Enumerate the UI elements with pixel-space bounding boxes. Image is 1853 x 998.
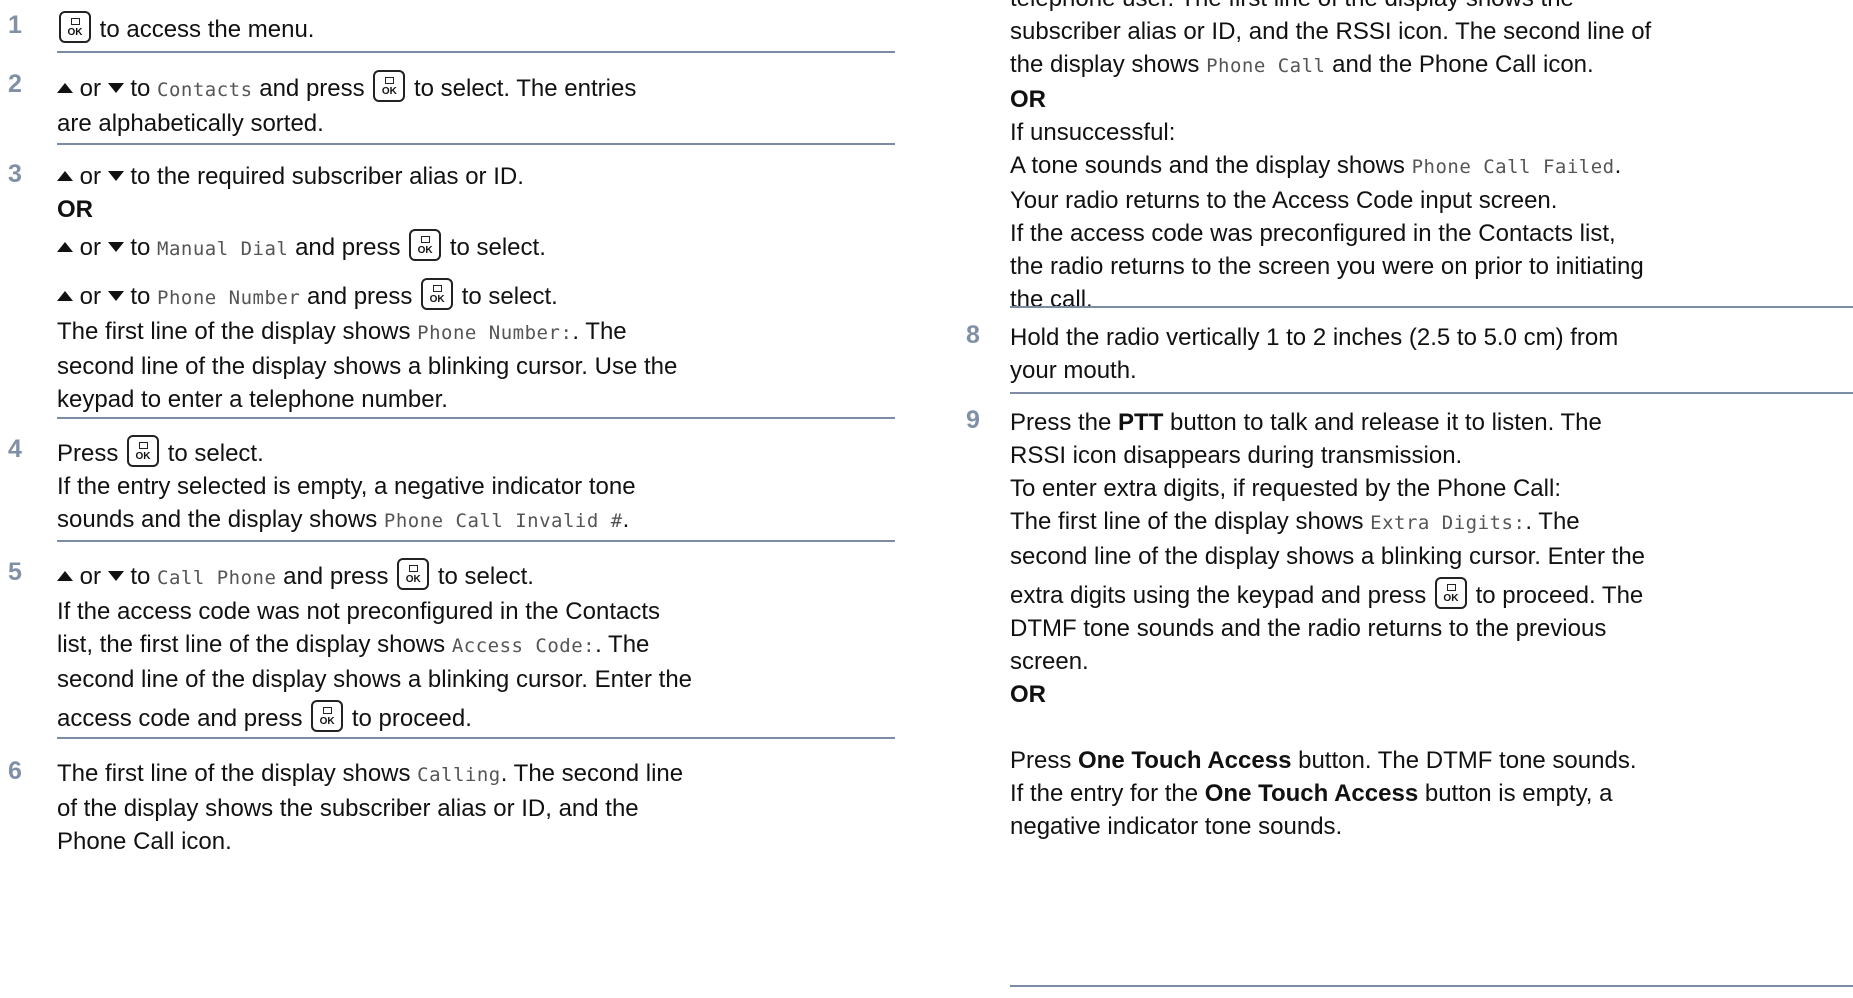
divider: [1010, 392, 1853, 394]
ok-button-icon: OK: [311, 700, 344, 732]
step-number: 4: [8, 435, 22, 463]
ok-button-icon: OK: [397, 558, 430, 590]
step-number: 3: [8, 160, 22, 188]
menu-item-call-phone: Call Phone: [157, 567, 277, 589]
divider: [1010, 985, 1853, 987]
menu-item-manual-dial: Manual Dial: [157, 238, 289, 260]
ok-button-icon: OK: [373, 70, 406, 102]
down-arrow-icon: [107, 171, 124, 181]
up-arrow-icon: [57, 83, 73, 93]
down-arrow-icon: [107, 291, 124, 301]
up-arrow-icon: [57, 242, 73, 252]
ok-button-icon: OK: [59, 11, 91, 43]
step-number: 1: [8, 11, 22, 39]
down-arrow-icon: [107, 571, 124, 581]
up-arrow-icon: [57, 171, 73, 181]
ok-button-icon: OK: [409, 229, 442, 261]
divider: [57, 540, 895, 542]
divider: [57, 417, 895, 419]
up-arrow-icon: [57, 571, 73, 581]
down-arrow-icon: [107, 83, 124, 93]
divider: [57, 737, 895, 739]
up-arrow-icon: [57, 291, 73, 301]
step-number: 6: [8, 757, 22, 785]
divider: [57, 143, 895, 145]
ok-button-icon: OK: [1434, 577, 1467, 609]
step-number: 2: [8, 70, 22, 98]
ok-button-icon: OK: [127, 435, 160, 467]
divider: [57, 51, 895, 53]
ok-button-icon: OK: [421, 278, 454, 310]
menu-item-contacts: Contacts: [157, 79, 253, 101]
step-number: 9: [966, 406, 980, 434]
down-arrow-icon: [107, 242, 124, 252]
step-number: 5: [8, 558, 22, 586]
divider: [1010, 306, 1853, 308]
step-number: 8: [966, 321, 980, 349]
menu-item-phone-number: Phone Number: [157, 287, 301, 309]
